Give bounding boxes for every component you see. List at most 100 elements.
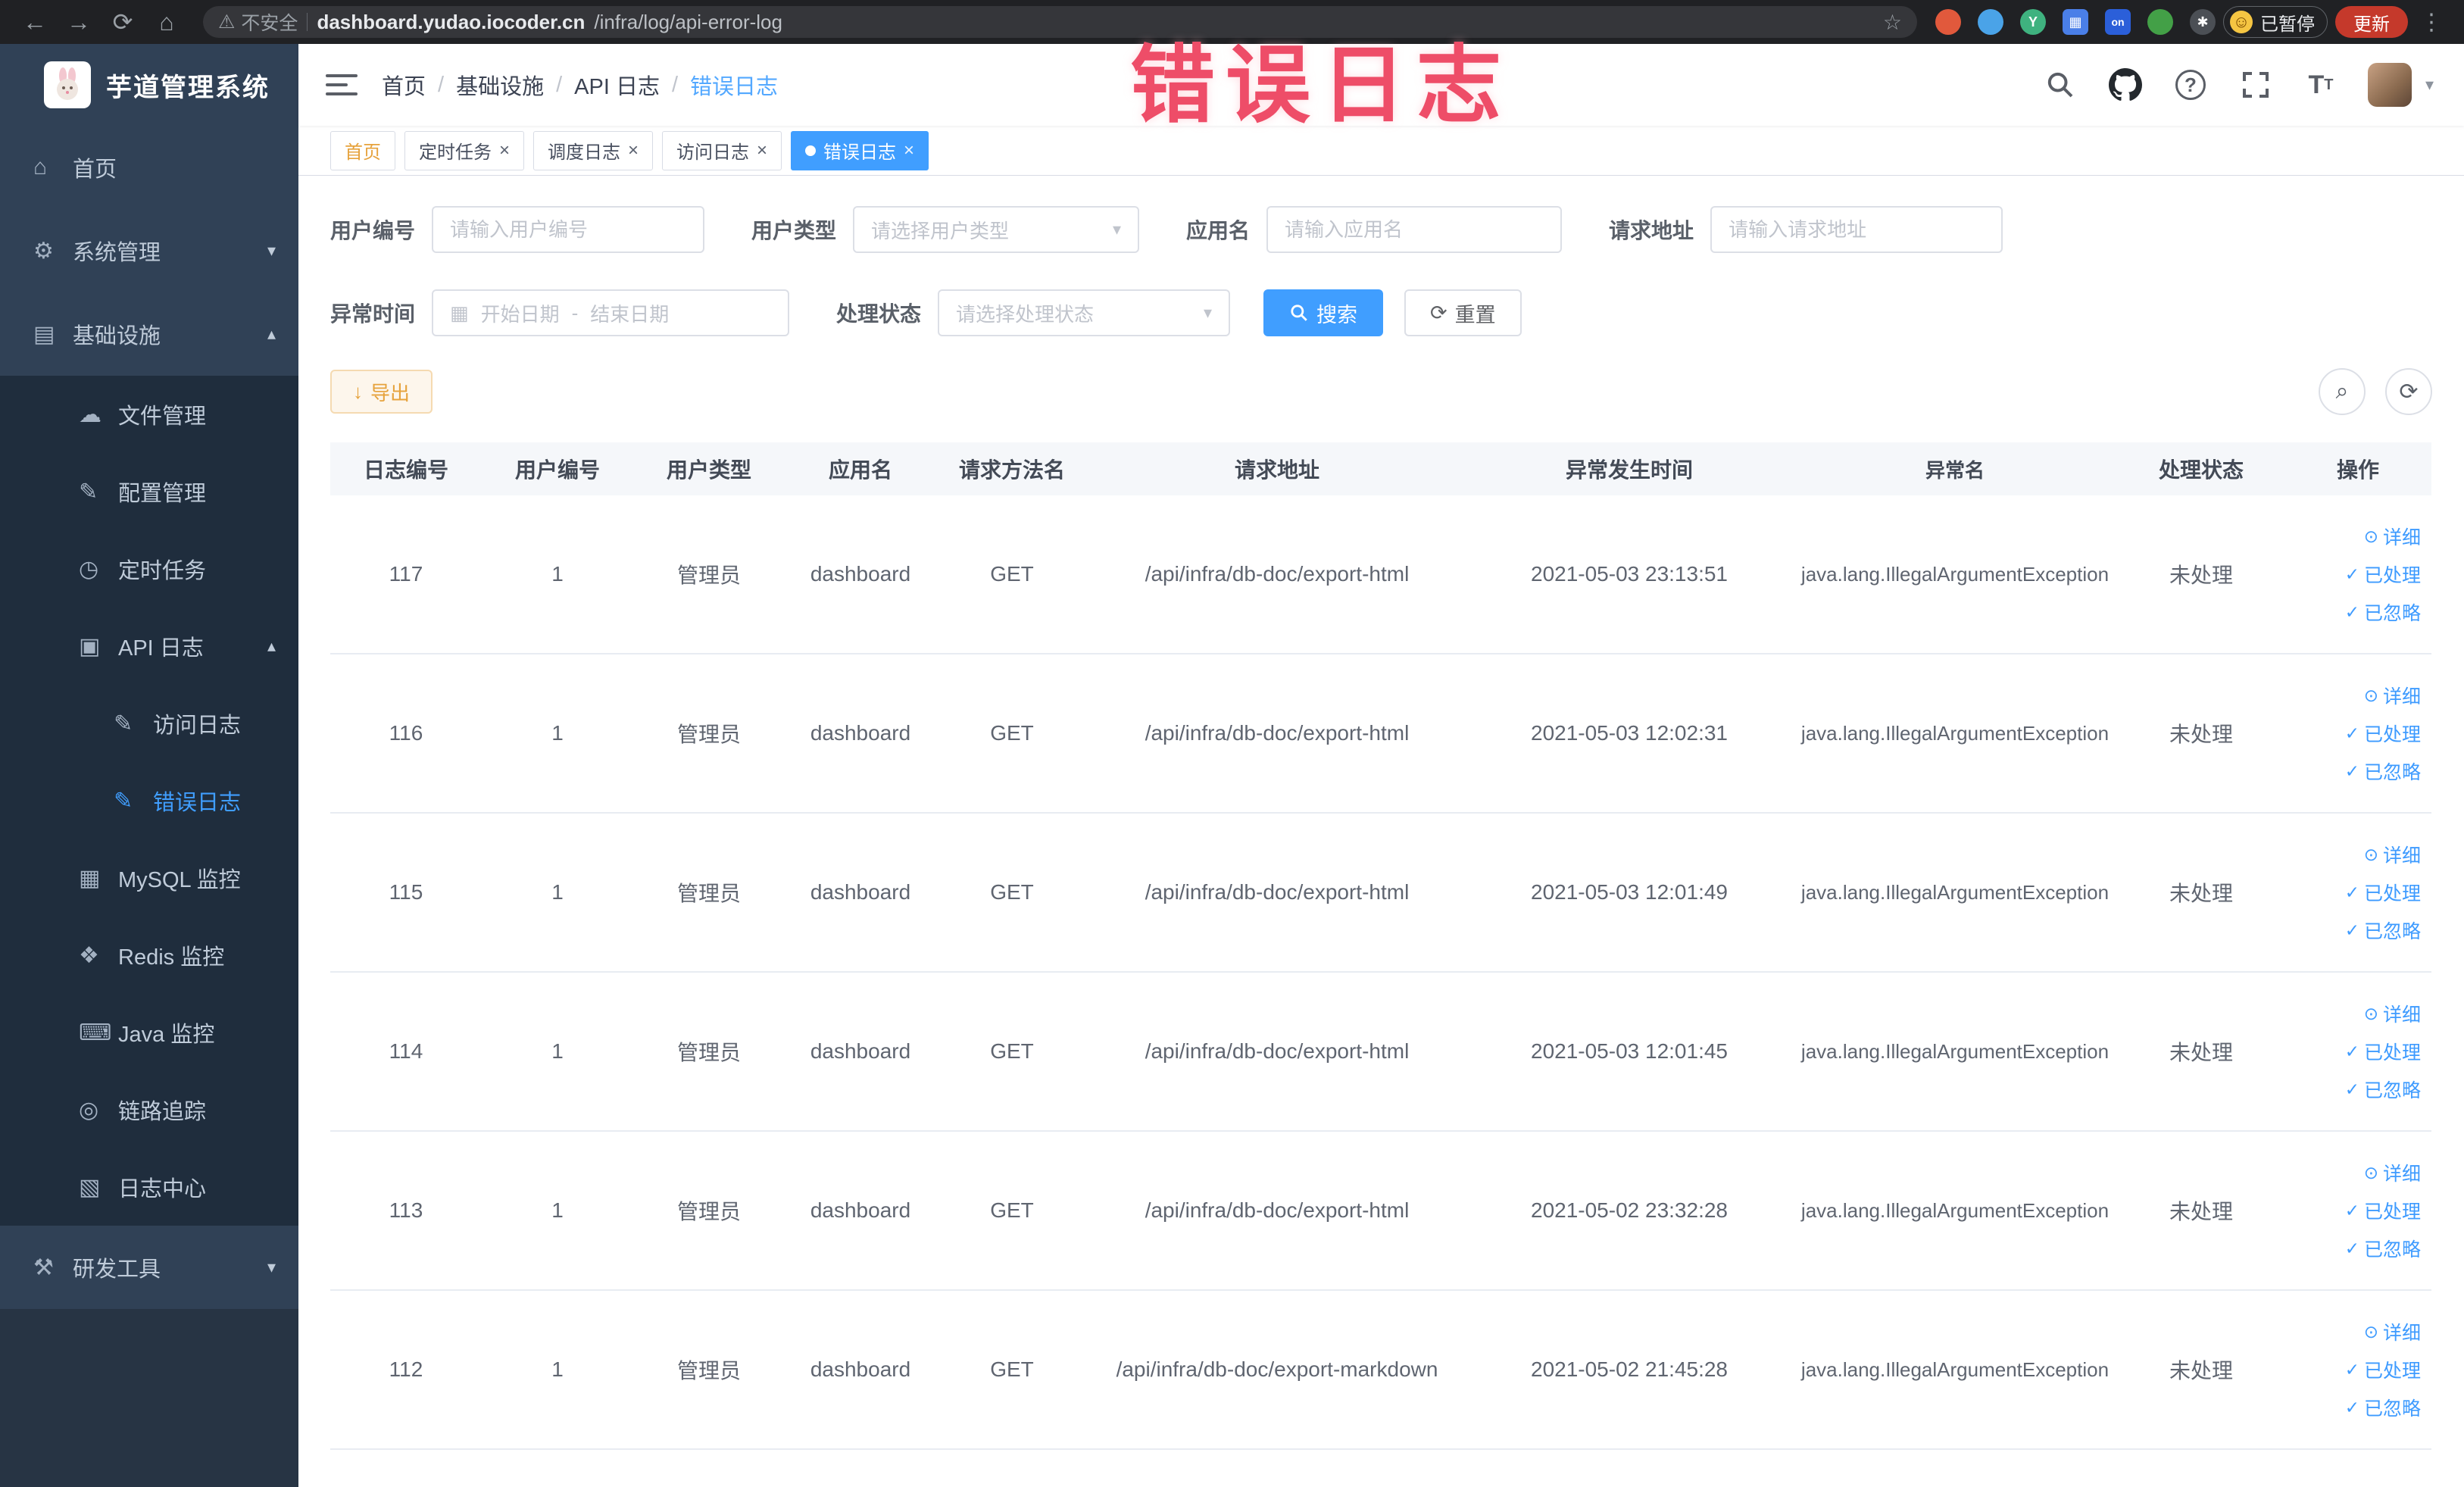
refresh-icon[interactable]: ⟳ [105, 4, 141, 40]
chevron-down-icon[interactable]: ▾ [2425, 75, 2434, 95]
user-id-input[interactable] [432, 206, 705, 253]
app-name-input[interactable] [1266, 206, 1563, 253]
sidebar-item-config[interactable]: ✎ 配置管理 [0, 453, 298, 530]
sidebar-item-devtools[interactable]: ⚒ 研发工具 ▾ [0, 1226, 298, 1309]
table-row: 113 1 管理员 dashboard GET/api/infra/db-doc/exp… [330, 1132, 2431, 1291]
browser-update-button[interactable]: 更新 [2335, 6, 2408, 38]
bookmark-star-icon[interactable]: ☆ [1883, 10, 1902, 35]
close-icon[interactable]: × [628, 141, 639, 160]
extension-icon-2[interactable] [1978, 9, 2003, 35]
tab-access-log[interactable]: 访问日志 × [662, 130, 782, 170]
cell-time: 2021-05-03 12:02:31 [1531, 721, 1728, 745]
security-label: 不安全 [241, 13, 298, 34]
close-icon[interactable]: × [904, 141, 914, 160]
action-ignored[interactable]: ✓ 已忽略 [2345, 598, 2421, 626]
sidebar-item-file[interactable]: ☁ 文件管理 [0, 376, 298, 453]
sidebar-item-error-log[interactable]: ✎ 错误日志 [0, 762, 298, 839]
sidebar-item-infra[interactable]: ▤ 基础设施 ▴ [0, 292, 298, 376]
action-ignored[interactable]: ✓ 已忽略 [2345, 1076, 2421, 1103]
forward-icon[interactable]: → [61, 4, 97, 40]
sidebar-item-job[interactable]: ◷ 定时任务 [0, 530, 298, 608]
search-icon[interactable] [2042, 67, 2078, 103]
action-label: 已处理 [2363, 724, 2421, 745]
action-ignored[interactable]: ✓ 已忽略 [2345, 1235, 2421, 1262]
hamburger-icon[interactable] [320, 63, 364, 107]
security-warning[interactable]: ⚠ 不安全 [218, 8, 298, 36]
fullscreen-icon[interactable] [2238, 67, 2274, 103]
process-status-select[interactable]: 请选择处理状态 ▾ [938, 289, 1231, 336]
action-detail[interactable]: ⊙ 详细 [2364, 841, 2421, 868]
action-ignored[interactable]: ✓ 已忽略 [2345, 917, 2421, 944]
sidebar-item-java[interactable]: ⌨ Java 监控 [0, 994, 298, 1071]
close-icon[interactable]: × [499, 141, 510, 160]
breadcrumb-item[interactable]: 基础设施 [456, 69, 544, 101]
action-detail[interactable]: ⊙ 详细 [2364, 1159, 2421, 1186]
hide-search-button[interactable]: ⌕ [2319, 368, 2366, 415]
overlay-annotation: 错误日志 [1130, 38, 1512, 133]
action-label: 详细 [2382, 686, 2421, 708]
browser-menu-icon[interactable]: ⋮ [2416, 9, 2447, 36]
export-button[interactable]: ↓ 导出 [330, 370, 433, 414]
search-button[interactable]: 搜索 [1263, 289, 1384, 336]
tab-error-log[interactable]: 错误日志 × [791, 130, 929, 170]
action-processed[interactable]: ✓ 已处理 [2345, 561, 2421, 588]
action-detail[interactable]: ⊙ 详细 [2364, 682, 2421, 709]
sidebar-item-label: Redis 监控 [118, 945, 225, 970]
close-icon[interactable]: × [757, 141, 767, 160]
tab-home[interactable]: 首页 [330, 130, 395, 170]
sidebar-item-label: 链路追踪 [118, 1100, 207, 1124]
action-ignored[interactable]: ✓ 已忽略 [2345, 758, 2421, 785]
sidebar-item-redis[interactable]: ❖ Redis 监控 [0, 917, 298, 994]
extension-icon-5[interactable]: on [2105, 9, 2131, 35]
action-detail[interactable]: ⊙ 详细 [2364, 1318, 2421, 1345]
sidebar-item-label: 日志中心 [118, 1177, 207, 1201]
extension-icon-1[interactable] [1935, 9, 1961, 35]
paused-badge[interactable]: ☺ 已暂停 [2223, 6, 2328, 38]
doc-icon: ✎ [114, 788, 133, 814]
back-icon[interactable]: ← [17, 4, 53, 40]
tab-job[interactable]: 定时任务 × [404, 130, 525, 170]
user-type-select[interactable]: 请选择用户类型 ▾ [853, 206, 1140, 253]
extension-icon-4[interactable]: ▦ [2063, 9, 2088, 35]
sidebar-item-mysql[interactable]: ▦ MySQL 监控 [0, 839, 298, 917]
action-ignored[interactable]: ✓ 已忽略 [2345, 1394, 2421, 1421]
sidebar-item-home[interactable]: ⌂ 首页 [0, 126, 298, 209]
tab-label: 错误日志 [823, 142, 897, 163]
reset-button[interactable]: ⟳ 重置 [1404, 289, 1522, 336]
help-icon[interactable]: ? [2172, 67, 2209, 103]
action-detail[interactable]: ⊙ 详细 [2364, 523, 2421, 550]
sidebar-item-system[interactable]: ⚙ 系统管理 ▾ [0, 209, 298, 292]
action-processed[interactable]: ✓ 已处理 [2345, 1356, 2421, 1383]
logo[interactable]: 芋道管理系统 [0, 44, 298, 126]
gear-icon: ⚙ [33, 238, 54, 264]
text-size-icon[interactable]: TT [2303, 67, 2339, 103]
address-bar[interactable]: ⚠ 不安全 dashboard.yudao.iocoder.cn /infra/… [203, 6, 1917, 38]
breadcrumb-item[interactable]: 首页 [382, 69, 426, 101]
sidebar-item-label: 配置管理 [118, 482, 207, 506]
sidebar-item-trace[interactable]: ◎ 链路追踪 [0, 1071, 298, 1148]
cell-exception: java.lang.IllegalArgumentException [1800, 880, 2110, 904]
request-url-input[interactable] [1710, 206, 2003, 253]
action-detail[interactable]: ⊙ 详细 [2364, 1000, 2421, 1027]
github-icon[interactable] [2107, 67, 2144, 103]
refresh-table-button[interactable]: ⟳ [2385, 368, 2432, 415]
select-placeholder: 请选择用户类型 [871, 219, 1010, 242]
breadcrumb-item[interactable]: API 日志 [574, 69, 660, 101]
tab-job-log[interactable]: 调度日志 × [533, 130, 654, 170]
cell-time: 2021-05-02 21:45:28 [1531, 1357, 1728, 1381]
home-icon[interactable]: ⌂ [148, 4, 185, 40]
sidebar-item-label: 基础设施 [73, 324, 161, 348]
action-processed[interactable]: ✓ 已处理 [2345, 720, 2421, 747]
extension-icon-7[interactable]: ✱ [2190, 9, 2216, 35]
exception-time-range[interactable]: ▦ 开始日期 - 结束日期 [432, 289, 790, 336]
sidebar-item-access-log[interactable]: ✎ 访问日志 [0, 685, 298, 762]
sidebar-item-logcenter[interactable]: ▧ 日志中心 [0, 1148, 298, 1226]
action-processed[interactable]: ✓ 已处理 [2345, 879, 2421, 906]
action-processed[interactable]: ✓ 已处理 [2345, 1038, 2421, 1065]
action-processed[interactable]: ✓ 已处理 [2345, 1197, 2421, 1224]
sidebar-item-api-log[interactable]: ▣ API 日志 ▴ [0, 608, 298, 685]
extension-icon-3[interactable]: Y [2020, 9, 2046, 35]
extension-icon-6[interactable] [2147, 9, 2173, 35]
user-avatar[interactable] [2367, 63, 2412, 107]
column-header: 日志编号 [363, 458, 448, 482]
